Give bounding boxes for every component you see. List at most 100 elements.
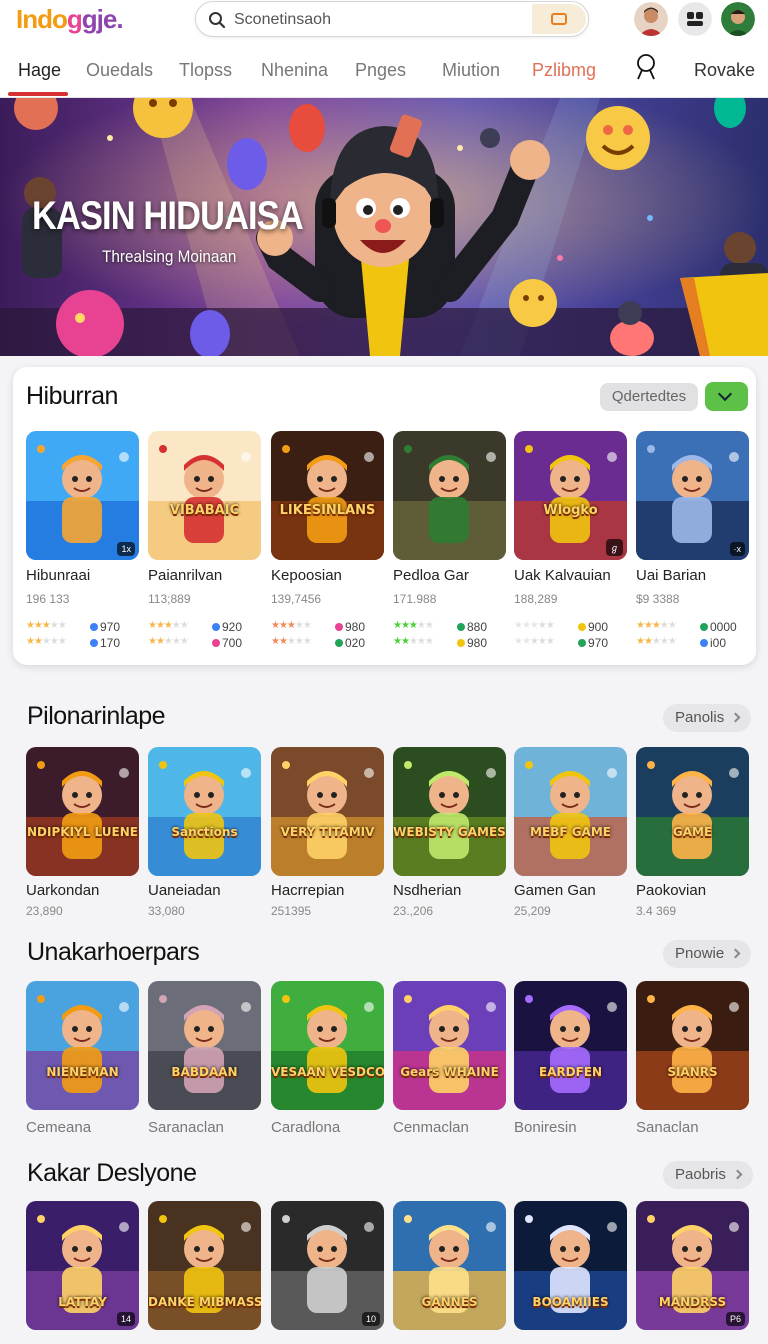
search-submit-button[interactable] (532, 4, 586, 34)
section-title-unakarhoerpars: Unakarhoerpars (27, 938, 200, 966)
game-thumbnail (148, 981, 261, 1110)
game-tile[interactable]: ·x (636, 431, 749, 560)
game-player-count: 171.988 (393, 592, 437, 606)
game-tile[interactable]: Gears WHAINE (393, 981, 506, 1110)
tile-title-text: SIANRS (667, 1065, 718, 1079)
see-more-pilonarinlape[interactable]: Panolis (663, 704, 752, 732)
rating-count: 170 (90, 636, 120, 650)
tile-badge: 14 (116, 1312, 135, 1326)
tile-badge: P6 (725, 1312, 745, 1326)
game-tile[interactable]: VIBABAIC (148, 431, 261, 560)
tab-pnges[interactable]: Pnges (355, 60, 406, 81)
game-player-count: 23.,206 (393, 904, 434, 918)
profile-avatar[interactable] (721, 2, 755, 36)
logo-part-2: g (66, 4, 83, 34)
app-logo[interactable]: Indoggje. (16, 4, 124, 35)
avatar[interactable] (634, 2, 668, 36)
tab-ouedals[interactable]: Ouedals (86, 60, 153, 81)
game-name: Nsdherian (393, 882, 462, 899)
game-tile[interactable]: WEBISTY GAMES (393, 747, 506, 876)
tile-title-text: Gears WHAINE (400, 1065, 499, 1079)
rating-stars: ★★★★★ (514, 620, 555, 631)
tile-badge: ·x (729, 542, 745, 556)
rating-value: 0000 (700, 620, 737, 634)
game-tile[interactable]: MEBF GAME (514, 747, 627, 876)
hero-banner[interactable]: KASIN HIDUAISA Threalsing Moinaan (0, 98, 768, 356)
tab-pzlibmg[interactable]: Pzlibmg (532, 60, 596, 81)
game-thumbnail (636, 747, 749, 876)
tile-badge: ℊ (605, 539, 623, 556)
game-tile[interactable]: VESAAN VESDCOS (271, 981, 384, 1110)
rating-stars: ★★★★★ (514, 636, 555, 647)
game-thumbnail (271, 431, 384, 560)
game-name: Uak Kalvauian (514, 567, 611, 584)
game-tile[interactable]: NDIPKIYL LUENE (26, 747, 139, 876)
rating-stars: ★★★★★ (26, 620, 67, 631)
tile-title-text: NDIPKIYL LUENE (27, 825, 138, 839)
rating-count: 700 (212, 636, 242, 650)
tile-title-text: EARDFEN (538, 1065, 603, 1079)
game-tile[interactable]: BABDAAN (148, 981, 261, 1110)
game-tile[interactable] (393, 431, 506, 560)
tab-miution[interactable]: Miution (442, 60, 500, 81)
game-tile[interactable]: GAME (636, 747, 749, 876)
game-tile[interactable]: LATTAY 14 (26, 1201, 139, 1330)
tile-title-text: BOOAMIIES (532, 1295, 609, 1309)
game-tile[interactable]: Sanctions (148, 747, 261, 876)
tab-rovake[interactable]: Rovake (694, 60, 755, 81)
game-tile[interactable]: VERY TITAMIV (271, 747, 384, 876)
game-name: Caradlona (271, 1119, 341, 1136)
game-thumbnail (636, 431, 749, 560)
game-tile[interactable]: DANKE MIBMASS (148, 1201, 261, 1330)
game-name: Paokovian (636, 882, 707, 899)
tab-nhenina[interactable]: Nhenina (261, 60, 328, 81)
tile-title-text: BABDAAN (171, 1065, 238, 1079)
rating-value: 880 (457, 620, 487, 634)
user-outline-icon[interactable] (634, 53, 658, 81)
rating-stars: ★★★★★ (393, 636, 434, 647)
rating-stars: ★★★★★ (26, 636, 67, 647)
search-input[interactable] (234, 8, 524, 32)
expand-button[interactable] (705, 382, 748, 411)
top-header: Indoggje. (0, 0, 768, 44)
game-player-count: 251395 (271, 904, 312, 918)
see-more-kakar-deslyone[interactable]: Paobris (663, 1161, 753, 1189)
game-tile[interactable]: 1x (26, 431, 139, 560)
game-tile[interactable]: Wlogko ℊ (514, 431, 627, 560)
game-thumbnail (393, 981, 506, 1110)
game-tile[interactable]: MANDRSS P6 (636, 1201, 749, 1330)
chevron-down-icon (717, 386, 733, 402)
tile-title-text: LIKESINLANS (279, 503, 376, 518)
see-more-label: Paobris (675, 1166, 726, 1183)
game-thumbnail (148, 431, 261, 560)
game-tile[interactable]: NIENEMAN (26, 981, 139, 1110)
game-thumbnail (393, 747, 506, 876)
game-tile[interactable]: LIKESINLANS (271, 431, 384, 560)
sort-dropdown[interactable]: Qdertedtes (600, 383, 698, 411)
game-thumbnail (514, 747, 627, 876)
game-name: Uai Barian (636, 567, 707, 584)
rating-count: 970 (578, 636, 608, 650)
game-tile[interactable]: GANNES (393, 1201, 506, 1330)
game-thumbnail (514, 1201, 627, 1330)
game-name: Uarkondan (26, 882, 100, 899)
search-bar[interactable] (195, 1, 589, 37)
tab-hage[interactable]: Hage (18, 60, 61, 81)
profile-avatar-icon (721, 2, 755, 36)
tile-badge: 1x (117, 542, 135, 556)
game-name: Hacrrepian (271, 882, 345, 899)
chat-icon (678, 2, 712, 36)
rating-stars: ★★★★★ (271, 636, 312, 647)
game-tile[interactable]: SIANRS (636, 981, 749, 1110)
tile-title-text: VERY TITAMIV (280, 825, 375, 839)
rating-stars: ★★★★★ (271, 620, 312, 631)
active-tab-indicator (8, 92, 68, 96)
tab-tlopss[interactable]: Tlopss (179, 60, 232, 81)
messages-button[interactable] (678, 2, 712, 36)
game-tile[interactable]: EARDFEN (514, 981, 627, 1110)
game-tile[interactable]: BOOAMIIES (514, 1201, 627, 1330)
game-name: Cemeana (26, 1119, 92, 1136)
game-tile[interactable]: 10 (271, 1201, 384, 1330)
see-more-unakarhoerpars[interactable]: Pnowie (663, 940, 752, 968)
game-player-count: 196 133 (26, 592, 70, 606)
